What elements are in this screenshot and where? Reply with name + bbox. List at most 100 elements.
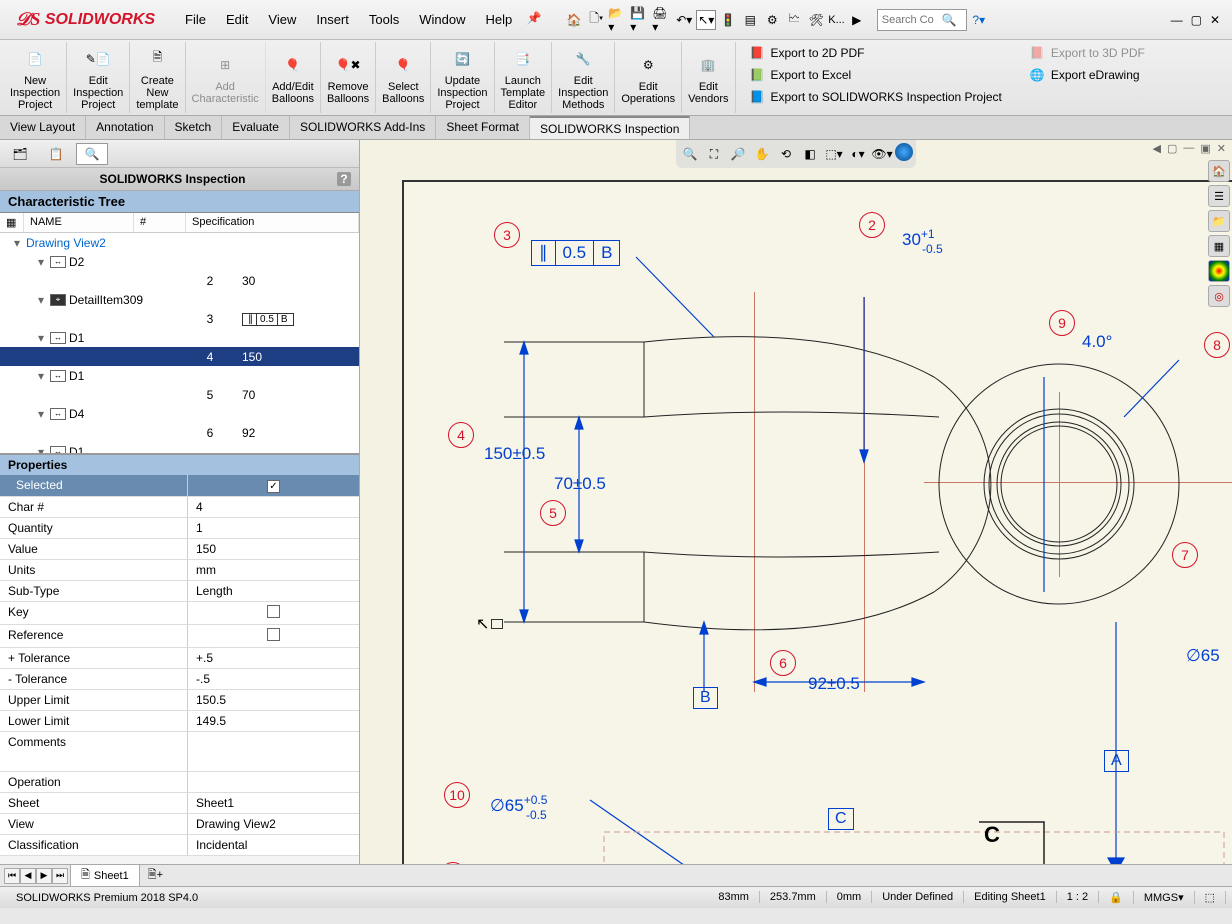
- tree-col-num[interactable]: #: [134, 213, 186, 232]
- ribbon-edit-ops[interactable]: ⚙Edit Operations: [615, 42, 682, 113]
- rightbar-layers-icon[interactable]: ☰: [1208, 185, 1230, 207]
- dim-92[interactable]: 92±0.5: [808, 674, 860, 694]
- checkbox-icon[interactable]: [267, 628, 280, 641]
- datum-c[interactable]: C: [828, 808, 854, 830]
- export-excel[interactable]: 📗Export to Excel: [746, 66, 1006, 84]
- menu-insert[interactable]: Insert: [308, 8, 357, 31]
- balloon-6[interactable]: 6: [770, 650, 796, 676]
- undo-icon[interactable]: ↶▾: [674, 10, 694, 30]
- sheet-first-icon[interactable]: ⏮: [4, 868, 20, 884]
- prop-row-key[interactable]: Key: [0, 602, 359, 625]
- tree-toggle-icon[interactable]: ▾: [36, 293, 46, 307]
- play-icon[interactable]: ▶: [847, 10, 867, 30]
- close-icon[interactable]: ✕: [1210, 13, 1220, 27]
- ribbon-new-project[interactable]: 📄New Inspection Project: [4, 42, 67, 113]
- tab-sketch[interactable]: Sketch: [165, 116, 223, 139]
- prop-row-qty[interactable]: Quantity1: [0, 518, 359, 539]
- mdi-close-icon[interactable]: ✕: [1217, 142, 1226, 155]
- dim-65[interactable]: ∅65+0.5-0.5: [490, 796, 547, 836]
- tab-annotation[interactable]: Annotation: [86, 116, 164, 139]
- tree-row-root[interactable]: ▾Drawing View2: [0, 233, 359, 252]
- rightbar-grid-icon[interactable]: ▦: [1208, 235, 1230, 257]
- prop-row-view[interactable]: ViewDrawing View2: [0, 814, 359, 835]
- menu-file[interactable]: File: [177, 8, 214, 31]
- status-extra-icon[interactable]: ⬚: [1195, 891, 1226, 904]
- select-icon[interactable]: ↖▾: [696, 10, 716, 30]
- options-list-icon[interactable]: ▤: [740, 10, 760, 30]
- prop-row-upper[interactable]: Upper Limit150.5: [0, 690, 359, 711]
- rightbar-color-icon[interactable]: [1208, 260, 1230, 282]
- dim-65-right[interactable]: ∅65: [1186, 646, 1220, 666]
- balloon-7[interactable]: 7: [1172, 542, 1198, 568]
- tree-col-spec[interactable]: Specification: [186, 213, 359, 232]
- sheet-next-icon[interactable]: ▶: [36, 868, 52, 884]
- ribbon-remove-balloons[interactable]: 🎈✖Remove Balloons: [321, 42, 376, 113]
- dim-150[interactable]: 150±0.5: [484, 444, 545, 464]
- maximize-icon[interactable]: ▢: [1191, 13, 1202, 27]
- tree-col-name[interactable]: NAME: [24, 213, 134, 232]
- rightbar-home-icon[interactable]: 🏠: [1208, 160, 1230, 182]
- prop-row-ptol[interactable]: + Tolerance+.5: [0, 648, 359, 669]
- balloon-5[interactable]: 5: [540, 500, 566, 526]
- export-2d-pdf[interactable]: 📕Export to 2D PDF: [746, 44, 1006, 62]
- zoom-area-icon[interactable]: ⛶: [703, 143, 725, 165]
- panel-tab-inspection[interactable]: 🔍: [76, 143, 108, 165]
- checkbox-checked-icon[interactable]: ✓: [267, 480, 280, 493]
- prop-row-subtype[interactable]: Sub-TypeLength: [0, 581, 359, 602]
- checkbox-icon[interactable]: [267, 605, 280, 618]
- open-icon[interactable]: 📂▾: [608, 10, 628, 30]
- balloon-4[interactable]: 4: [448, 422, 474, 448]
- ribbon-edit-project[interactable]: ✎📄Edit Inspection Project: [67, 42, 130, 113]
- tree-row-d4-val[interactable]: 692: [0, 423, 359, 442]
- tab-evaluate[interactable]: Evaluate: [222, 116, 290, 139]
- tree-row-d2[interactable]: ▾↔D2: [0, 252, 359, 271]
- prop-row-value[interactable]: Value150: [0, 539, 359, 560]
- search-box[interactable]: 🔍: [877, 9, 967, 31]
- prop-row-charno[interactable]: Char #4: [0, 497, 359, 518]
- hide-show-icon[interactable]: 👁▾: [871, 143, 893, 165]
- rightbar-folder-icon[interactable]: 📁: [1208, 210, 1230, 232]
- tree-row-d1a[interactable]: ▾↔D1: [0, 328, 359, 347]
- minimize-icon[interactable]: —: [1171, 13, 1183, 27]
- sheet-last-icon[interactable]: ⏭: [52, 868, 68, 884]
- sheet-prev-icon[interactable]: ◀: [20, 868, 36, 884]
- tree-row-di309[interactable]: ▾⌖DetailItem309: [0, 290, 359, 309]
- tab-view-layout[interactable]: View Layout: [0, 116, 86, 139]
- balloon-3[interactable]: 3: [494, 222, 520, 248]
- new-doc-icon[interactable]: 🗋▾: [586, 10, 606, 30]
- menu-edit[interactable]: Edit: [218, 8, 256, 31]
- status-scale[interactable]: 1 : 2: [1057, 891, 1099, 903]
- sheet-tab-sheet1[interactable]: 🗎Sheet1: [70, 864, 140, 887]
- ribbon-edit-methods[interactable]: 🔧Edit Inspection Methods: [552, 42, 615, 113]
- ribbon-launch-te[interactable]: 📑Launch Template Editor: [495, 42, 553, 113]
- rightbar-target-icon[interactable]: ◎: [1208, 285, 1230, 307]
- status-mode[interactable]: Editing Sheet1: [964, 891, 1057, 903]
- drawing-sheet[interactable]: C 2 3 4 5 6 7 8 9 10 11 ∥ 0.5 B 30+1-0.5…: [402, 180, 1232, 864]
- tab-sheet-format[interactable]: Sheet Format: [436, 116, 530, 139]
- view-orient-icon[interactable]: ⬚▾: [823, 143, 845, 165]
- balloon-10[interactable]: 10: [444, 782, 470, 808]
- tree-row-d1a-val[interactable]: 4150: [0, 347, 359, 366]
- dim-30[interactable]: 30+1-0.5: [902, 230, 935, 270]
- tree-toggle-icon[interactable]: ▾: [36, 331, 46, 345]
- help-icon[interactable]: ?▾: [969, 10, 989, 30]
- gdt-parallelism[interactable]: ∥ 0.5 B: [531, 240, 620, 266]
- tree-row-d1c[interactable]: ▾↔D1: [0, 442, 359, 453]
- tree-toggle-icon[interactable]: ▾: [36, 369, 46, 383]
- rebuild-icon[interactable]: 🚦: [718, 10, 738, 30]
- menu-tools[interactable]: Tools: [361, 8, 407, 31]
- tree-row-d4[interactable]: ▾↔D4: [0, 404, 359, 423]
- prop-row-operation[interactable]: Operation: [0, 772, 359, 793]
- pan-icon[interactable]: ✋: [751, 143, 773, 165]
- tree-row-d1b-val[interactable]: 570: [0, 385, 359, 404]
- user-badge[interactable]: K...: [828, 14, 845, 26]
- prop-row-sheet[interactable]: SheetSheet1: [0, 793, 359, 814]
- tree-row-di309-val[interactable]: 3∥0.5B: [0, 309, 359, 328]
- menu-view[interactable]: View: [260, 8, 304, 31]
- home-icon[interactable]: 🏠: [564, 10, 584, 30]
- rotate-icon[interactable]: ⟲: [775, 143, 797, 165]
- dim-70[interactable]: 70±0.5: [554, 474, 606, 494]
- mdi-prev-icon[interactable]: ◀: [1153, 142, 1161, 155]
- tree-body[interactable]: ▾Drawing View2 ▾↔D2 230 ▾⌖DetailItem309 …: [0, 233, 359, 453]
- prop-row-comments[interactable]: Comments: [0, 732, 359, 772]
